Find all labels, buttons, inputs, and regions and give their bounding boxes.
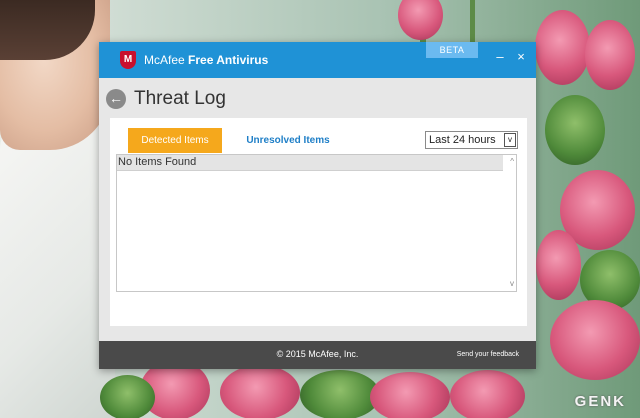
wallpaper-figure-shirt [0,110,115,418]
wallpaper-leaf [300,370,380,418]
wallpaper-leaf [100,375,155,418]
window-footer: © 2015 McAfee, Inc. Send your feedback [99,341,536,369]
app-title-product: Free Antivirus [188,53,269,67]
page-title: Threat Log [134,88,226,109]
scroll-down-icon[interactable]: v [510,279,514,288]
minimize-icon[interactable]: – [492,50,508,66]
app-title-brand: McAfee [144,53,185,67]
window-titlebar[interactable]: M McAfee Free Antivirus BETA – × [99,42,536,78]
genk-watermark: GENK [574,393,626,410]
beta-badge: BETA [426,42,478,58]
wallpaper-flower [220,365,300,418]
dropdown-arrow-icon[interactable]: v [504,133,516,147]
back-arrow-icon[interactable]: ← [106,89,126,109]
wallpaper-flower [370,372,450,418]
app-title: McAfee Free Antivirus [144,53,268,67]
scroll-up-icon[interactable]: ^ [510,157,514,166]
mcafee-window: M McAfee Free Antivirus BETA – × ← Threa… [99,42,536,369]
wallpaper-flower [398,0,443,40]
threat-log-panel: Detected Items Unresolved Items Last 24 … [110,118,527,326]
wallpaper-stem [470,0,475,45]
tab-detected-items[interactable]: Detected Items [128,128,222,153]
wallpaper-flower [536,230,581,300]
threat-list[interactable]: No Items Found ^ v [116,154,517,292]
time-range-value: Last 24 hours [429,134,496,146]
wallpaper-leaf [545,95,605,165]
tab-unresolved-items[interactable]: Unresolved Items [238,128,338,153]
time-range-select[interactable]: Last 24 hours v [425,131,518,149]
wallpaper-flower [450,370,525,418]
empty-message: No Items Found [118,156,197,168]
mcafee-logo-icon: M [120,51,136,69]
close-icon[interactable]: × [513,50,529,66]
send-feedback-link[interactable]: Send your feedback [457,351,519,358]
list-item: No Items Found [117,155,503,171]
wallpaper-flower [550,300,640,380]
wallpaper-flower [535,10,590,85]
wallpaper-flower [585,20,635,90]
